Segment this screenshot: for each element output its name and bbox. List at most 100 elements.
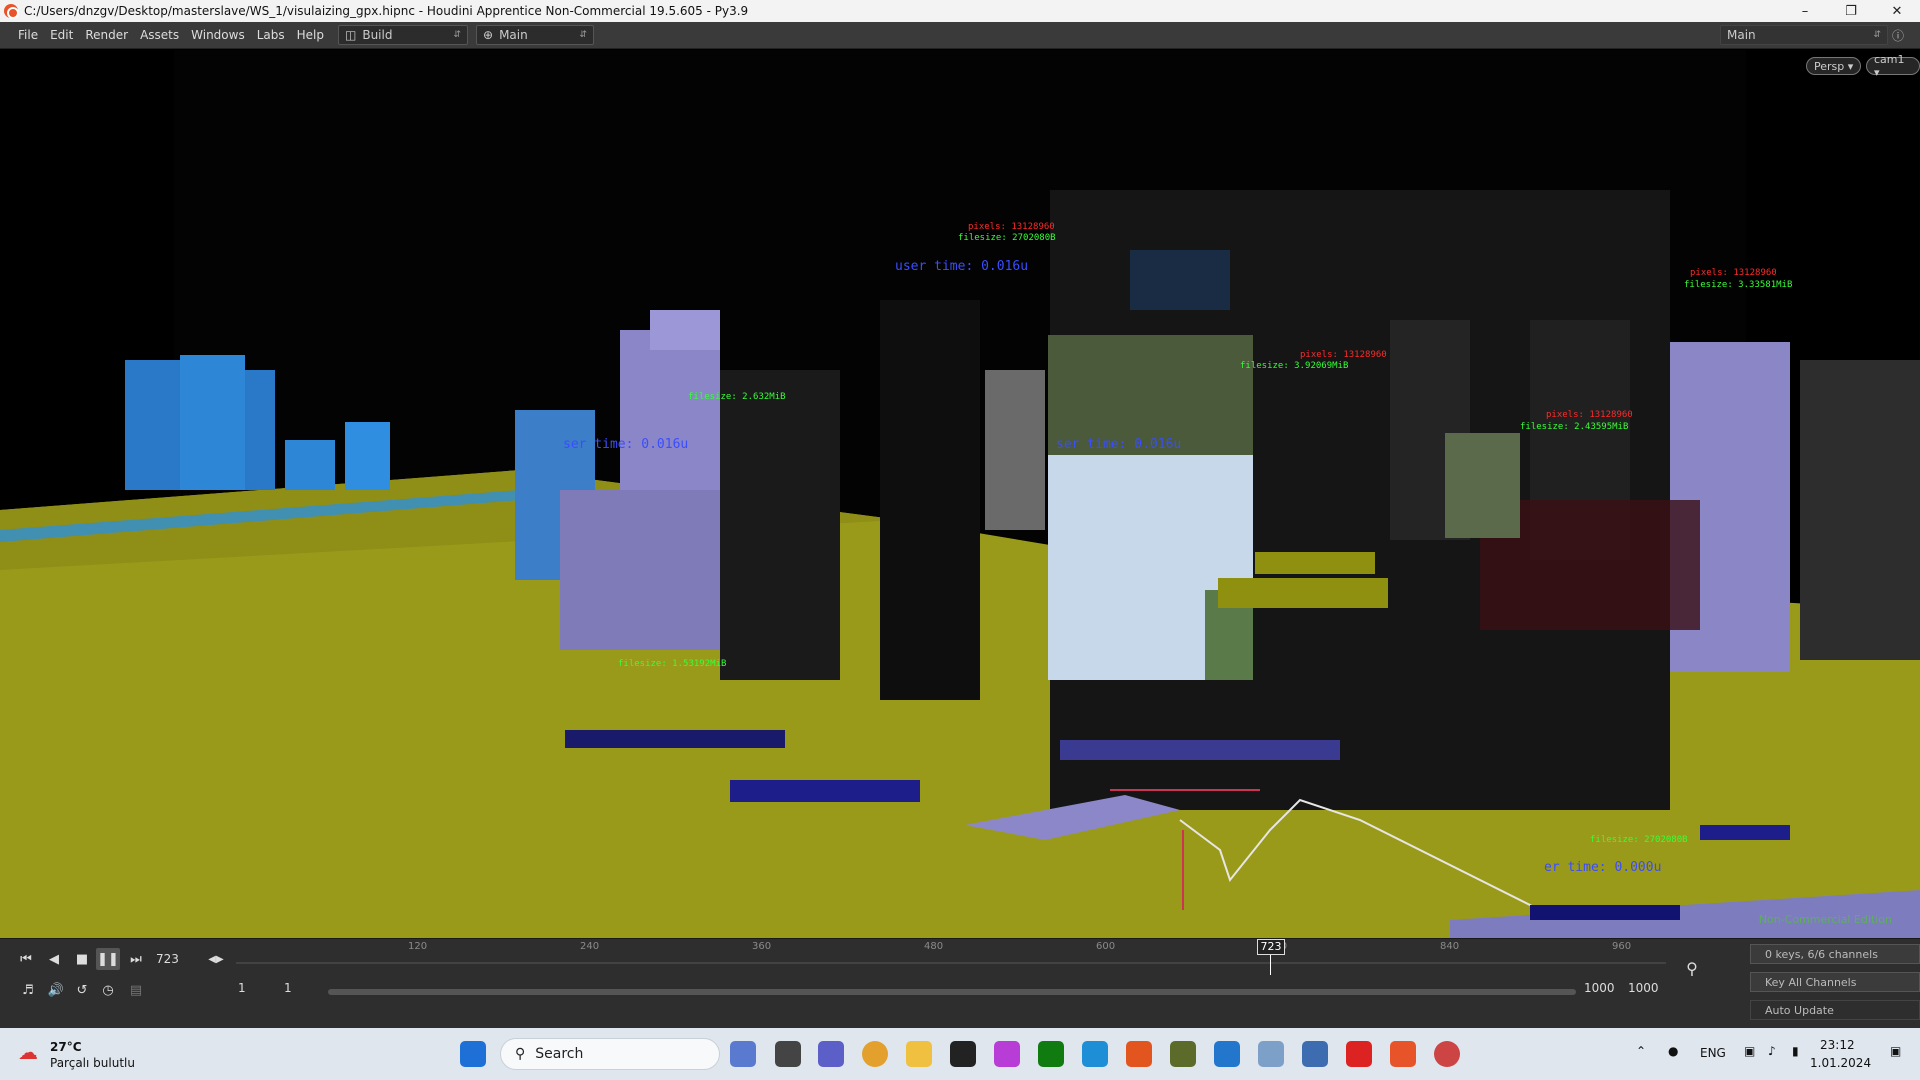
window-titlebar: C:/Users/dnzgv/Desktop/masterslave/WS_1/… — [0, 0, 1920, 22]
stop-icon[interactable]: ■ — [70, 948, 94, 970]
tick-label: 600 — [1096, 941, 1116, 952]
overlay-text: user time: 0.016u — [895, 259, 1029, 274]
chevron-up-icon[interactable]: ⌃ — [1636, 1044, 1646, 1058]
tick-label: 960 — [1612, 941, 1632, 952]
tick-label: 360 — [752, 941, 772, 952]
main-selector[interactable]: Main ⇵ — [1720, 25, 1888, 45]
key-all-channels-button[interactable]: Key All Channels — [1750, 972, 1920, 992]
overlay-text: ser time: 0.016u — [563, 437, 689, 452]
key-panel: 0 keys, 6/6 channels Key All Channels Au… — [1750, 943, 1920, 1027]
overlay-text: pixels: 13128960 — [968, 222, 1055, 232]
chevron-updown-icon: ⇵ — [1873, 30, 1881, 40]
clock-date[interactable]: 1.01.2024 — [1810, 1056, 1871, 1070]
app-icon[interactable] — [1434, 1041, 1460, 1067]
weather-desc: Parçalı bulutlu — [50, 1056, 135, 1070]
clock-time[interactable]: 23:12 — [1820, 1038, 1855, 1052]
app-icon[interactable] — [1258, 1041, 1284, 1067]
houdini-icon[interactable] — [1390, 1041, 1416, 1067]
close-button[interactable]: ✕ — [1874, 0, 1920, 22]
range-end-field[interactable]: 1000 — [1628, 981, 1659, 995]
overlay-text: pixels: 13128960 — [1690, 268, 1777, 278]
pdf-icon[interactable] — [1346, 1041, 1372, 1067]
realtime-icon[interactable]: ◷ — [96, 979, 120, 1001]
key-icon[interactable]: ⚲ — [1680, 957, 1704, 979]
persp-menu[interactable]: Persp ▾ — [1806, 57, 1862, 75]
desktop-label: Build — [362, 28, 393, 42]
pause-icon[interactable]: ❚❚ — [96, 948, 120, 970]
start-icon[interactable] — [460, 1041, 486, 1067]
range-slider[interactable] — [328, 989, 1576, 995]
range-start-field[interactable]: 1 — [238, 981, 246, 995]
desktop-icon: ◫ — [345, 28, 357, 42]
audio-icon[interactable]: ♬ — [16, 979, 40, 1001]
camera-menu[interactable]: cam1 ▾ — [1866, 53, 1920, 79]
tick-label: 840 — [1440, 941, 1460, 952]
app-icon[interactable] — [1170, 1041, 1196, 1067]
scene-viewport[interactable]: Persp ▾ cam1 ▾ pixels: 13128960 filesize… — [0, 50, 1920, 938]
xbox-icon[interactable] — [1038, 1041, 1064, 1067]
crosshair-icon: ⊕ — [483, 28, 494, 42]
keys-channels-field[interactable]: 0 keys, 6/6 channels — [1750, 944, 1920, 964]
timeline-ruler[interactable]: 120 240 360 480 600 720 840 960 — [236, 941, 1666, 977]
microphone-icon[interactable]: ● — [1668, 1044, 1678, 1058]
menu-labs[interactable]: Labs — [251, 28, 291, 42]
menu-edit[interactable]: Edit — [44, 28, 79, 42]
taskbar: ☁ 27°C Parçalı bulutlu ⚲ Search ⌃ ● ENG … — [0, 1028, 1920, 1080]
menu-assets[interactable]: Assets — [134, 28, 185, 42]
volume-icon[interactable]: ♪ — [1768, 1044, 1776, 1058]
range-start-visible-field[interactable]: 1 — [284, 981, 292, 995]
shelf-set-selector[interactable]: ⊕ Main ⇵ — [476, 25, 594, 45]
range-end-visible-field[interactable]: 1000 — [1584, 981, 1615, 995]
search-box[interactable]: ⚲ Search — [500, 1038, 720, 1070]
chrome-icon[interactable] — [862, 1041, 888, 1067]
file-explorer-icon[interactable] — [906, 1041, 932, 1067]
weather-temp: 27°C — [50, 1040, 82, 1054]
overlay-text: pixels: 13128960 — [1546, 410, 1633, 420]
chevron-updown-icon: ⇵ — [579, 30, 587, 40]
widgets-icon[interactable] — [730, 1041, 756, 1067]
overlay-text: pixels: 13128960 — [1300, 350, 1387, 360]
menu-help[interactable]: Help — [291, 28, 330, 42]
overlay-text: filesize: 2.43595MiB — [1520, 422, 1629, 432]
menu-windows[interactable]: Windows — [185, 28, 251, 42]
network-icon[interactable]: ▣ — [1744, 1044, 1755, 1058]
jump-end-icon[interactable]: ⏭ — [124, 948, 148, 970]
vscode-icon[interactable] — [1214, 1041, 1240, 1067]
battery-icon[interactable]: ▮ — [1792, 1044, 1799, 1058]
tick-label: 120 — [408, 941, 428, 952]
loop-icon[interactable]: ↺ — [70, 979, 94, 1001]
help-icon[interactable]: ⓘ — [1892, 27, 1904, 44]
desktop-selector[interactable]: ◫ Build ⇵ — [338, 25, 468, 45]
menu-render[interactable]: Render — [79, 28, 134, 42]
tick-label: 240 — [580, 941, 600, 952]
increment-icon[interactable]: ▤ — [124, 979, 148, 1001]
settings-icon[interactable] — [1302, 1041, 1328, 1067]
teams-icon[interactable] — [818, 1041, 844, 1067]
shelf-label: Main — [499, 28, 528, 42]
language-indicator[interactable]: ENG — [1700, 1046, 1726, 1060]
playbar: ⏮ ◀ ■ ❚❚ ⏭ 723 ◀▶ ♬ 🔊 ↺ ◷ ▤ 120 240 360 … — [0, 938, 1920, 1028]
frame-step-icon[interactable]: ◀▶ — [204, 948, 228, 970]
task-view-icon[interactable] — [775, 1041, 801, 1067]
restore-button[interactable]: ❐ — [1828, 0, 1874, 22]
auto-update-selector[interactable]: Auto Update — [1750, 1000, 1920, 1020]
weather-icon[interactable]: ☁ — [18, 1040, 38, 1064]
jump-start-icon[interactable]: ⏮ — [14, 948, 38, 970]
search-label: Search — [535, 1046, 584, 1062]
sound-icon[interactable]: 🔊 — [44, 979, 68, 1001]
app-icon[interactable] — [994, 1041, 1020, 1067]
main-right-label: Main — [1727, 28, 1756, 42]
current-frame-field[interactable]: 723 — [152, 949, 204, 969]
notepad-icon[interactable] — [1082, 1041, 1108, 1067]
step-back-icon[interactable]: ◀ — [42, 948, 66, 970]
minimize-button[interactable]: – — [1782, 0, 1828, 22]
app-icon[interactable] — [950, 1041, 976, 1067]
frame-marker[interactable]: 723 — [1257, 939, 1285, 955]
blender-icon[interactable] — [1126, 1041, 1152, 1067]
noncommercial-label: Non-Commercial Edition — [1758, 913, 1892, 926]
menu-file[interactable]: File — [12, 28, 44, 42]
houdini-app-icon — [4, 4, 19, 19]
notification-bell-icon[interactable]: ▣ — [1890, 1044, 1901, 1058]
overlay-text: ser time: 0.016u — [1056, 437, 1182, 452]
frame-cursor-line — [1270, 955, 1271, 975]
